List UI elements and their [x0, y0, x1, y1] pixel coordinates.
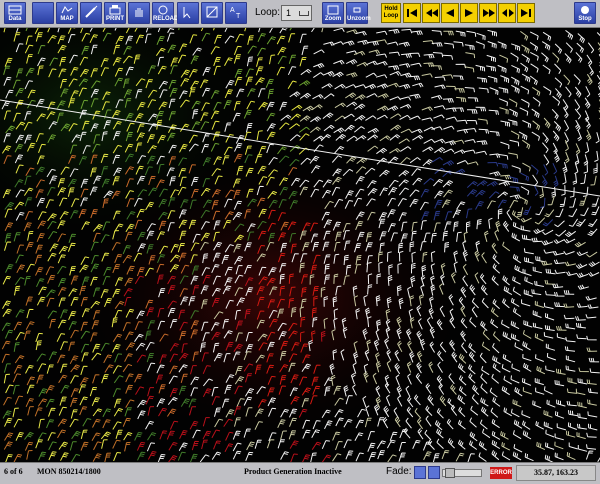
fade-label: Fade:	[386, 466, 412, 477]
blank-button[interactable]	[32, 2, 54, 24]
data-button-label: Data	[8, 16, 22, 22]
skip-first-icon	[407, 9, 417, 17]
product-status: Product Generation Inactive	[244, 467, 342, 476]
skip-last-icon	[521, 9, 531, 17]
fast-forward-icon	[483, 9, 495, 17]
play-button[interactable]	[460, 3, 478, 23]
pencil-icon	[85, 5, 98, 18]
zoom-button-label: Zoom	[324, 16, 342, 22]
text-icon: AT	[230, 7, 241, 19]
reload-icon	[158, 5, 168, 15]
unzoom-button-label: Unzoom	[347, 16, 371, 22]
reload-button[interactable]: RELOAD	[152, 2, 179, 24]
hand-button[interactable]	[128, 2, 150, 24]
stop-button[interactable]: Stop	[574, 2, 596, 24]
stop-button-label: Stop	[578, 16, 592, 22]
zoom-icon	[327, 5, 339, 15]
wind-barb-field	[0, 28, 600, 462]
printer-icon	[109, 5, 121, 15]
toolbar: Data MAP PRINT RELOAD AT Loop: 1 Zoom Un…	[0, 0, 600, 28]
print-button-label: PRINT	[106, 16, 124, 22]
hand-icon	[135, 8, 143, 17]
loop-label: Loop:	[255, 7, 281, 18]
data-icon	[8, 5, 22, 15]
zoom-button[interactable]: Zoom	[322, 2, 344, 24]
select-button[interactable]	[177, 2, 199, 24]
svg-text:A: A	[230, 7, 235, 14]
fast-forward-button[interactable]	[479, 3, 497, 23]
rewind-icon	[426, 9, 438, 17]
chevron-down-icon	[299, 11, 309, 16]
loop-select[interactable]: 1	[281, 5, 312, 21]
stop-icon	[581, 6, 589, 14]
rock-icon	[502, 9, 514, 17]
unzoom-button[interactable]: Unzoom	[346, 2, 371, 24]
fade-slider-thumb[interactable]	[445, 468, 455, 478]
map-button[interactable]: MAP	[56, 2, 78, 24]
fade-overlay-icon[interactable]	[428, 466, 440, 479]
wind-barb-display[interactable]	[0, 28, 600, 462]
station-time: MON 850214/1800	[37, 467, 101, 476]
text-button[interactable]: AT	[225, 2, 247, 24]
annotate-icon	[206, 6, 218, 18]
print-button[interactable]: PRINT	[104, 2, 126, 24]
rewind-button[interactable]	[422, 3, 440, 23]
last-frame-button[interactable]	[517, 3, 535, 23]
map-button-label: MAP	[60, 16, 74, 22]
annotate-button[interactable]	[201, 2, 223, 24]
unzoom-icon	[353, 7, 361, 13]
fade-base-icon[interactable]	[414, 466, 426, 479]
draw-button[interactable]	[80, 2, 102, 24]
step-back-icon	[446, 9, 454, 17]
first-frame-button[interactable]	[403, 3, 421, 23]
svg-text:T: T	[236, 13, 241, 19]
fade-slider[interactable]	[442, 468, 482, 478]
step-back-button[interactable]	[441, 3, 459, 23]
loop-value: 1	[286, 8, 292, 18]
status-bar: 6 of 6 MON 850214/1800 Product Generatio…	[0, 462, 600, 484]
hold-loop-button[interactable]: Hold Loop	[381, 3, 401, 23]
reload-button-label: RELOAD	[153, 16, 179, 22]
data-button[interactable]: Data	[4, 2, 26, 24]
play-icon	[465, 9, 473, 17]
cursor-coordinates: 35.87, 163.23	[516, 465, 596, 481]
rock-button[interactable]	[498, 3, 516, 23]
cursor-icon	[183, 7, 191, 19]
error-button[interactable]: ERROR	[490, 467, 512, 479]
map-icon	[61, 6, 73, 14]
frame-counter: 6 of 6	[4, 467, 23, 476]
